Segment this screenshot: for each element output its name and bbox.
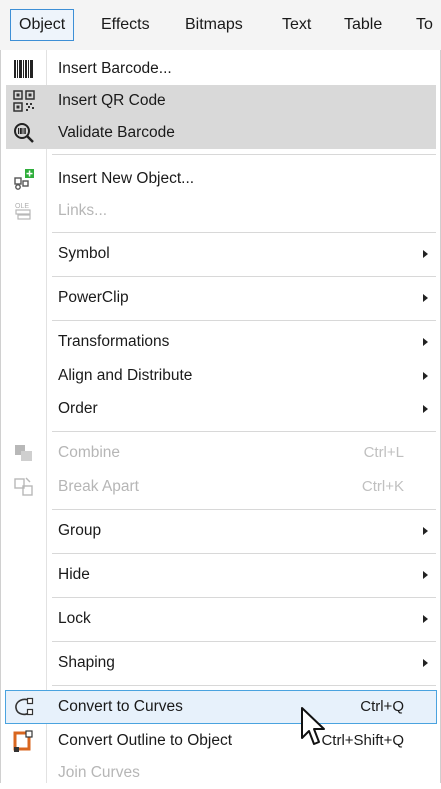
submenu-arrow-icon (423, 571, 428, 579)
menu-separator (52, 509, 436, 510)
menu-item-links: OLE Links... (6, 195, 436, 227)
menu-item-insert-qr-code[interactable]: Insert QR Code (6, 85, 436, 117)
menu-item-insert-barcode[interactable]: Insert Barcode... (6, 53, 436, 85)
menu-item-label: Links... (58, 202, 108, 219)
menu-item-label: PowerClip (58, 289, 129, 306)
menu-item-label: Break Apart (58, 478, 139, 495)
shortcut-label: Ctrl+Shift+Q (321, 732, 404, 749)
convert-to-curves-icon (15, 697, 34, 716)
menu-separator (52, 154, 436, 155)
menu-item-shaping[interactable]: Shaping (6, 647, 436, 679)
qr-code-icon (13, 90, 35, 112)
menu-item-convert-outline-to-object[interactable]: Convert Outline to Object Ctrl+Shift+Q (6, 725, 436, 757)
combine-icon (15, 445, 32, 461)
menu-item-label: Symbol (58, 245, 110, 262)
submenu-arrow-icon (423, 405, 428, 413)
menu-separator (52, 276, 436, 277)
menu-item-order[interactable]: Order (6, 393, 436, 425)
menubar: Object Effects Bitmaps Text Table To (0, 0, 441, 51)
mouse-cursor-icon (301, 707, 325, 745)
shortcut-label: Ctrl+Q (360, 698, 404, 715)
menu-item-label: Join Curves (58, 764, 140, 781)
menu-separator (52, 431, 436, 432)
menu-item-label: Transformations (58, 333, 170, 350)
submenu-arrow-icon (423, 372, 428, 380)
menu-text[interactable]: Text (282, 10, 311, 40)
menu-item-label: Lock (58, 610, 91, 627)
menu-item-combine: Combine Ctrl+L (6, 437, 436, 469)
menu-separator (52, 320, 436, 321)
break-apart-icon (14, 477, 33, 496)
menu-item-join-curves: Join Curves (6, 757, 436, 789)
menu-item-align-distribute[interactable]: Align and Distribute (6, 360, 436, 392)
submenu-arrow-icon (423, 294, 428, 302)
menu-item-label: Hide (58, 566, 90, 583)
menu-item-label: Validate Barcode (58, 124, 175, 141)
menu-item-label: Combine (58, 444, 121, 461)
menu-separator (52, 685, 436, 686)
submenu-arrow-icon (423, 338, 428, 346)
menu-object[interactable]: Object (10, 9, 75, 41)
menu-separator (52, 553, 436, 554)
submenu-arrow-icon (423, 250, 428, 258)
menu-item-insert-new-object[interactable]: Insert New Object... (6, 163, 436, 195)
menu-separator (52, 597, 436, 598)
menu-item-label: Insert QR Code (58, 92, 166, 109)
validate-barcode-icon (14, 123, 34, 143)
insert-object-icon (14, 169, 34, 190)
submenu-arrow-icon (423, 615, 428, 623)
menu-item-label: Align and Distribute (58, 367, 193, 384)
menu-item-transformations[interactable]: Transformations (6, 326, 436, 358)
menu-effects[interactable]: Effects (101, 10, 150, 40)
menu-item-label: Group (58, 522, 102, 539)
menu-separator (52, 232, 436, 233)
menu-item-label: Insert New Object... (58, 170, 195, 187)
menu-item-label: Convert to Curves (58, 698, 183, 715)
menu-item-validate-barcode[interactable]: Validate Barcode (6, 117, 436, 149)
menu-item-label: Insert Barcode... (58, 60, 172, 77)
menu-item-group[interactable]: Group (6, 515, 436, 547)
menu-tools[interactable]: To (416, 10, 433, 40)
menu-separator (52, 641, 436, 642)
convert-outline-icon (13, 730, 33, 752)
menu-item-hide[interactable]: Hide (6, 559, 436, 591)
menu-item-symbol[interactable]: Symbol (6, 238, 436, 270)
menu-item-convert-to-curves[interactable]: Convert to Curves Ctrl+Q (5, 690, 437, 724)
shortcut-label: Ctrl+L (363, 444, 404, 461)
shortcut-label: Ctrl+K (361, 478, 404, 495)
ole-links-icon: OLE (15, 203, 31, 220)
menu-item-powerclip[interactable]: PowerClip (6, 282, 436, 314)
svg-text:OLE: OLE (15, 203, 29, 210)
barcode-icon (14, 60, 33, 78)
menu-item-label: Order (58, 400, 98, 417)
menu-table[interactable]: Table (344, 10, 382, 40)
menu-item-label: Convert Outline to Object (58, 732, 233, 749)
submenu-arrow-icon (423, 527, 428, 535)
menu-item-break-apart: Break Apart Ctrl+K (6, 471, 436, 503)
menu-item-lock[interactable]: Lock (6, 603, 436, 635)
menu-item-label: Shaping (58, 654, 115, 671)
submenu-arrow-icon (423, 659, 428, 667)
menu-bitmaps[interactable]: Bitmaps (185, 10, 243, 40)
